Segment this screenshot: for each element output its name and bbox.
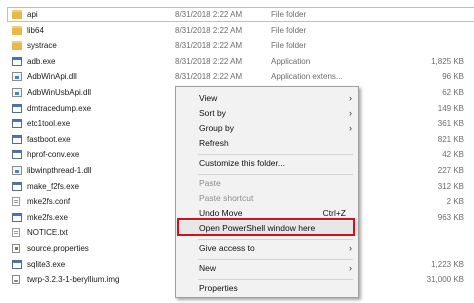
file-date-modified: 8/31/2018 2:22 AM <box>175 10 243 19</box>
file-date-modified: 8/31/2018 2:22 AM <box>175 25 243 35</box>
menu-item-label: Sort by <box>199 108 226 118</box>
menu-item-label: Refresh <box>199 138 229 148</box>
menu-item-new[interactable]: New › <box>176 261 358 276</box>
properties-file-icon <box>12 244 20 253</box>
file-row[interactable]: lib64 8/31/2018 2:22 AM File folder <box>8 24 474 37</box>
file-row[interactable]: adb.exe 8/31/2018 2:22 AM Application 1,825… <box>8 55 474 68</box>
file-name: make_f2fs.exe <box>27 181 80 191</box>
dll-icon <box>12 166 22 175</box>
file-name: mke2fs.conf <box>27 197 71 207</box>
file-size: 149 KB <box>437 103 464 113</box>
chevron-right-icon: › <box>349 263 352 273</box>
chevron-right-icon: › <box>349 108 352 118</box>
file-size: 821 KB <box>437 134 464 144</box>
menu-item-view[interactable]: View › <box>176 91 358 106</box>
folder-icon <box>12 10 22 19</box>
file-name: api <box>27 10 38 19</box>
folder-icon <box>12 41 22 51</box>
chevron-right-icon: › <box>349 243 352 253</box>
menu-item-label: Customize this folder... <box>199 158 285 168</box>
file-name: twrp-3.2.3-1-beryllium.img <box>27 275 120 285</box>
menu-item-group-by[interactable]: Group by › <box>176 121 358 136</box>
dll-icon <box>12 88 22 97</box>
file-size: 62 KB <box>442 88 464 97</box>
menu-item-paste-shortcut: Paste shortcut <box>176 191 358 206</box>
file-row[interactable]: api 8/31/2018 2:22 AM File folder <box>7 7 474 22</box>
file-name: adb.exe <box>27 56 56 66</box>
menu-item-give-access[interactable]: Give access to › <box>176 241 358 256</box>
menu-item-customize-folder[interactable]: Customize this folder... <box>176 156 358 171</box>
menu-item-label: Properties <box>199 283 238 293</box>
file-size: 96 KB <box>442 72 464 82</box>
menu-separator <box>198 259 353 260</box>
file-date-modified: 8/31/2018 2:22 AM <box>175 56 243 66</box>
file-size: 42 KB <box>442 150 464 160</box>
menu-item-properties[interactable]: Properties <box>176 281 358 296</box>
file-size: 1,223 KB <box>431 259 464 269</box>
folder-icon <box>12 25 22 35</box>
menu-item-sort-by[interactable]: Sort by › <box>176 106 358 121</box>
file-date-modified: 8/31/2018 2:22 AM <box>175 41 243 51</box>
app-icon <box>12 181 22 191</box>
image-file-icon <box>12 275 20 285</box>
file-size: 361 KB <box>437 119 464 129</box>
file-date-modified: 8/31/2018 2:22 AM <box>175 72 243 82</box>
file-name: dmtracedump.exe <box>27 103 92 113</box>
chevron-right-icon: › <box>349 123 352 133</box>
menu-separator <box>198 154 353 155</box>
app-icon <box>12 259 22 269</box>
menu-separator <box>198 279 353 280</box>
context-menu: View › Sort by › Group by › Refresh Cust… <box>175 86 359 298</box>
app-icon <box>12 134 22 144</box>
file-size: 227 KB <box>437 166 464 175</box>
menu-separator <box>198 174 353 175</box>
menu-item-label: Group by <box>199 123 234 133</box>
file-name: systrace <box>27 41 57 51</box>
file-type: File folder <box>271 41 307 51</box>
file-name: sqlite3.exe <box>27 259 66 269</box>
file-name: fastboot.exe <box>27 134 71 144</box>
menu-item-label: View <box>199 93 218 103</box>
chevron-right-icon: › <box>349 93 352 103</box>
menu-item-paste: Paste <box>176 176 358 191</box>
file-name: hprof-conv.exe <box>27 150 80 160</box>
menu-item-label: Paste <box>199 178 221 188</box>
menu-item-label: Paste shortcut <box>199 193 254 203</box>
file-name: etc1tool.exe <box>27 119 71 129</box>
file-row[interactable]: AdbWinApi.dll 8/31/2018 2:22 AM Applicatio… <box>8 70 474 83</box>
dll-icon <box>12 72 22 82</box>
file-name: AdbWinApi.dll <box>27 72 77 82</box>
file-type: Application extens... <box>271 72 343 82</box>
menu-separator <box>198 239 353 240</box>
menu-item-label: New <box>199 263 217 273</box>
file-name: NOTICE.txt <box>27 228 68 238</box>
file-name: lib64 <box>27 25 44 35</box>
menu-item-refresh[interactable]: Refresh <box>176 136 358 151</box>
file-size: 963 KB <box>437 212 464 222</box>
app-icon <box>12 212 22 222</box>
file-size: 31,000 KB <box>426 275 464 285</box>
doc-icon <box>12 197 20 207</box>
file-name: mke2fs.exe <box>27 212 68 222</box>
app-icon <box>12 150 22 160</box>
file-row[interactable]: systrace 8/31/2018 2:22 AM File folder <box>8 39 474 52</box>
file-name: source.properties <box>27 244 89 253</box>
app-icon <box>12 56 22 66</box>
menu-item-label: Give access to <box>199 243 255 253</box>
file-type: Application <box>271 56 311 66</box>
file-name: libwinpthread-1.dll <box>27 166 92 175</box>
app-icon <box>12 119 22 129</box>
file-size: 2 KB <box>446 197 464 207</box>
doc-icon <box>12 228 20 238</box>
file-size: 312 KB <box>437 181 464 191</box>
file-name: AdbWinUsbApi.dll <box>27 88 92 97</box>
app-icon <box>12 103 22 113</box>
highlight-annotation-box <box>177 218 355 236</box>
file-size: 1,825 KB <box>431 56 464 66</box>
file-type: File folder <box>271 10 307 19</box>
file-type: File folder <box>271 25 307 35</box>
